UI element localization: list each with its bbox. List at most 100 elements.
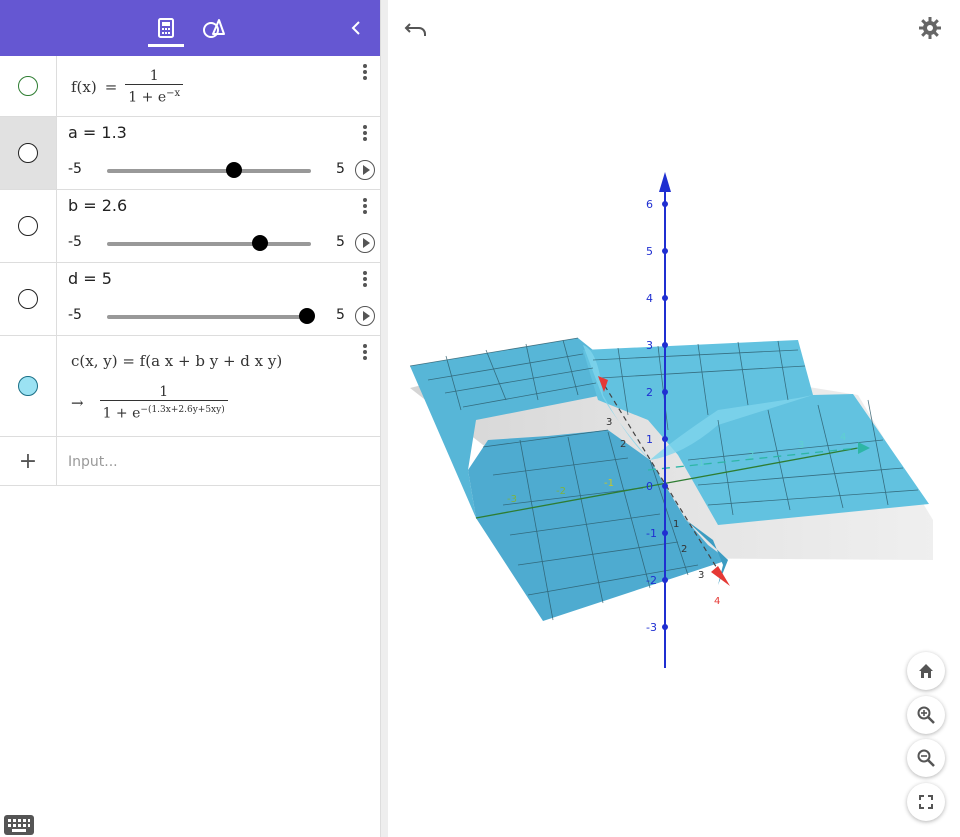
c-fraction: 1 1 + e−(1.3x+2.6y+5xy): [99, 384, 228, 422]
marble-cell: [0, 117, 57, 189]
play-button-d[interactable]: [355, 306, 375, 326]
graphics-3d-view[interactable]: 6 5 4 3 2 1 0 -1 -2 -3 3 2 4 3 2 1 -1 -2 -3 1 2 3…: [388, 0, 960, 837]
slider-min-a: -5: [68, 161, 82, 177]
z-tick-label: 5: [646, 245, 653, 258]
visibility-toggle-a[interactable]: [18, 143, 38, 163]
fullscreen-icon: [919, 795, 933, 809]
algebra-input-row[interactable]: +: [0, 437, 380, 486]
f-fraction: 1 1 + e−x: [125, 68, 184, 106]
z-tick-mark: [662, 530, 668, 536]
slider-handle-d[interactable]: [299, 308, 315, 324]
home-icon: [919, 664, 933, 678]
c-denominator: 1 + e−(1.3x+2.6y+5xy): [99, 400, 228, 422]
top-toolbar: [0, 0, 380, 56]
marble-cell: [0, 56, 57, 116]
z-tick-label: 6: [646, 198, 653, 211]
z-tick-mark: [662, 248, 668, 254]
z-tick-mark: [662, 295, 668, 301]
visibility-toggle-d[interactable]: [18, 289, 38, 309]
z-tick-mark: [662, 389, 668, 395]
keyboard-toggle-button[interactable]: [4, 815, 34, 835]
visibility-toggle-f[interactable]: [18, 76, 38, 96]
more-menu-a[interactable]: [358, 123, 372, 143]
more-menu-b[interactable]: [358, 196, 372, 216]
marble-cell: [0, 190, 57, 262]
slider-track-b[interactable]: [107, 242, 311, 246]
y-tick-2: 2: [748, 450, 754, 461]
3d-canvas[interactable]: 6543210-1-2-3 3 2 4 3 2 1 -1 -2 -3 1 2 3…: [388, 0, 960, 837]
visibility-toggle-b[interactable]: [18, 216, 38, 236]
c-definition[interactable]: c(x, y) = f(a x + b y + d x y): [71, 352, 282, 370]
x-tick-2: 2: [620, 439, 626, 450]
geogebra-app: f(x) = 1 1 + e−x a = 1.3 -5 5 b = 2.6 -5 5 d =…: [0, 0, 960, 837]
c-numerator: 1: [159, 384, 169, 400]
f-eq: =: [104, 77, 118, 96]
slider-title-a[interactable]: a = 1.3: [68, 123, 127, 142]
x-tick-3: 3: [606, 417, 612, 428]
z-tick-mark: [662, 624, 668, 630]
algebra-input[interactable]: [68, 451, 358, 473]
f-definition[interactable]: f(x) = 1 1 + e−x: [71, 68, 184, 106]
algebra-row-c[interactable]: c(x, y) = f(a x + b y + d x y) → 1 1 + e…: [0, 336, 380, 437]
fullscreen-button[interactable]: [907, 783, 945, 821]
panel-divider[interactable]: [380, 0, 388, 837]
tab-tools[interactable]: [196, 10, 232, 46]
y-tick-1: 1: [698, 458, 704, 469]
f-denominator: 1 + e−x: [125, 84, 184, 106]
tab-algebra[interactable]: [148, 10, 184, 46]
slider-handle-b[interactable]: [251, 235, 268, 251]
slider-title-d[interactable]: d = 5: [68, 269, 112, 288]
collapse-panel-button[interactable]: [338, 10, 374, 46]
algebra-row-f[interactable]: f(x) = 1 1 + e−x: [0, 56, 380, 117]
z-tick-label: 0: [646, 480, 653, 493]
slider-handle-a[interactable]: [226, 162, 243, 178]
z-tick-label: 4: [646, 292, 653, 305]
z-tick-mark: [662, 342, 668, 348]
settings-button[interactable]: [918, 16, 944, 42]
c-output: → 1 1 + e−(1.3x+2.6y+5xy): [71, 384, 228, 422]
more-menu-c[interactable]: [358, 342, 372, 362]
z-tick-mark: [662, 483, 668, 489]
z-tick-label: 1: [646, 433, 653, 446]
slider-title-b[interactable]: b = 2.6: [68, 196, 127, 215]
zoom-out-button[interactable]: [907, 739, 945, 777]
slider-min-d: -5: [68, 307, 82, 323]
slider-track-a[interactable]: [107, 169, 311, 173]
z-tick-label: -3: [646, 621, 657, 634]
slider-max-b: 5: [336, 234, 345, 250]
calculator-icon: [158, 18, 174, 38]
zoom-out-icon: [917, 749, 935, 767]
play-button-a[interactable]: [355, 160, 375, 180]
x-tick-1b: 1: [673, 519, 679, 530]
zoom-in-button[interactable]: [907, 696, 945, 734]
z-tick-label: 2: [646, 386, 653, 399]
algebra-row-slider-b[interactable]: b = 2.6 -5 5: [0, 190, 380, 263]
z-tick-mark: [662, 577, 668, 583]
algebra-row-slider-d[interactable]: d = 5 -5 5: [0, 263, 380, 336]
slider-min-b: -5: [68, 234, 82, 250]
chevron-left-icon: [351, 21, 360, 35]
more-menu-f[interactable]: [358, 62, 372, 82]
y-tick-m2: -2: [556, 486, 566, 497]
x-tick-2b: 2: [681, 544, 687, 555]
marble-cell: [0, 263, 57, 335]
z-tick-label: -1: [646, 527, 657, 540]
z-tick-label: 3: [646, 339, 653, 352]
c-arrow: →: [71, 393, 84, 412]
more-menu-d[interactable]: [358, 269, 372, 289]
slider-track-d[interactable]: [107, 315, 311, 319]
undo-button[interactable]: [404, 16, 430, 40]
visibility-toggle-c[interactable]: [18, 376, 38, 396]
z-tick-mark: [662, 436, 668, 442]
plus-icon[interactable]: +: [19, 449, 37, 474]
y-tick-3: 3: [798, 440, 804, 451]
tab-active-indicator: [148, 44, 184, 47]
gear-icon: [919, 17, 941, 39]
slider-max-a: 5: [336, 161, 345, 177]
play-button-b[interactable]: [355, 233, 375, 253]
zoom-in-icon: [917, 706, 935, 724]
algebra-row-slider-a[interactable]: a = 1.3 -5 5: [0, 117, 380, 190]
marble-cell: [0, 336, 57, 436]
home-button[interactable]: [907, 652, 945, 690]
slider-max-d: 5: [336, 307, 345, 323]
